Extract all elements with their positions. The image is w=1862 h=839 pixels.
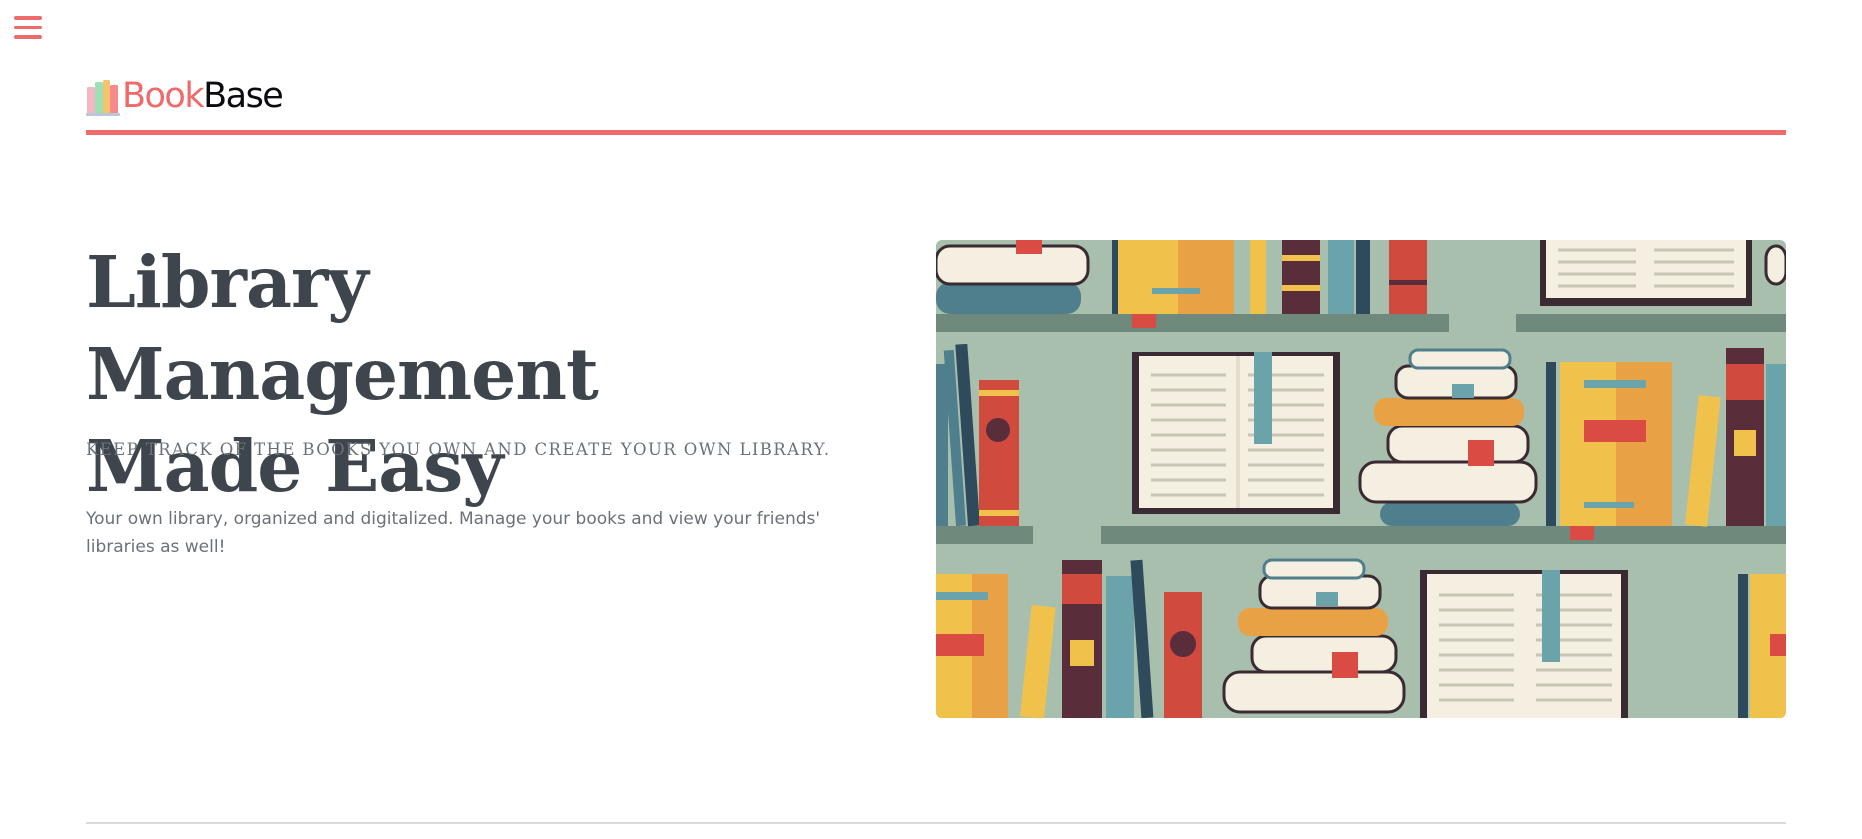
bookshelf-illustration: [936, 240, 1786, 718]
menu-bar-bottom: [14, 35, 42, 39]
brand-name-book: Book: [122, 76, 205, 116]
header-divider: [86, 130, 1786, 135]
hero-tagline: KEEP TRACK OF THE BOOKS YOU OWN AND CREA…: [86, 440, 831, 459]
hero-title-line1: Library Management: [86, 240, 599, 416]
books-logo-icon: [86, 76, 120, 116]
hero-description: Your own library, organized and digitali…: [86, 509, 821, 557]
hero-title: Library Management Made Easy: [86, 236, 866, 512]
hero-title-line2: Made Easy: [86, 424, 503, 508]
menu-bar-top: [14, 16, 42, 20]
footer-divider: [86, 822, 1786, 824]
menu-bar-middle: [14, 25, 42, 29]
hamburger-menu-icon[interactable]: [14, 16, 42, 42]
brand-name-base: Base: [203, 76, 284, 116]
brand-logo[interactable]: Book Base: [86, 74, 284, 118]
